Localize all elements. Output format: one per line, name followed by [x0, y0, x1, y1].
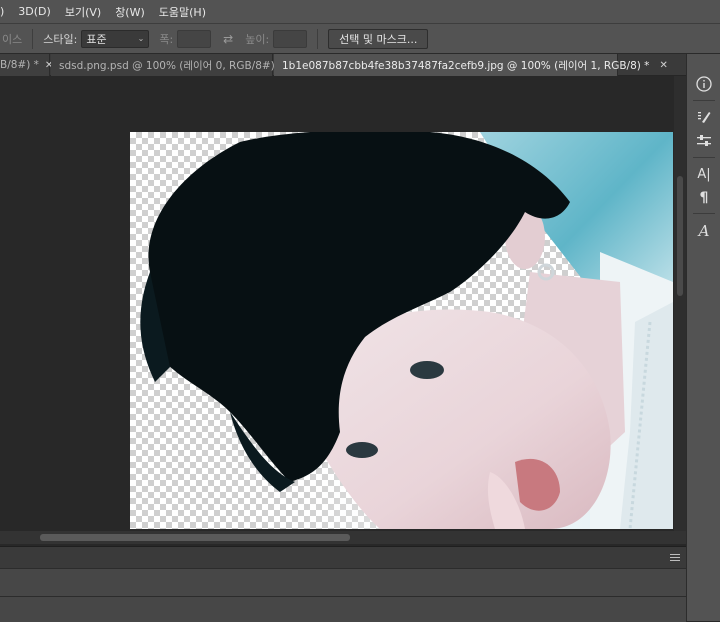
glyphs-icon[interactable]: A: [692, 219, 716, 243]
document-canvas[interactable]: [130, 132, 673, 529]
brush-settings-icon[interactable]: [692, 105, 716, 129]
tab-document-2[interactable]: sdsd.png.psd @ 100% (레이어 0, RGB/8#) ✕: [51, 54, 293, 76]
panel-row: [0, 569, 686, 597]
menu-item-window[interactable]: 창(W): [108, 4, 152, 20]
style-select[interactable]: 표준 ⌄: [81, 29, 150, 48]
height-field[interactable]: [273, 29, 308, 48]
canvas-workspace[interactable]: [0, 76, 686, 546]
horizontal-scroll-thumb[interactable]: [40, 534, 350, 541]
options-divider: [32, 28, 34, 49]
close-icon[interactable]: ✕: [659, 60, 667, 71]
adjustments-icon[interactable]: [692, 129, 716, 153]
select-and-mask-button[interactable]: 선택 및 마스크...: [328, 28, 429, 49]
character-icon[interactable]: A|: [692, 162, 716, 186]
options-bar: 이스 스타일: 표준 ⌄ 폭: ⇄ 높이: 선택 및 마스크...: [0, 23, 720, 54]
tab-document-active[interactable]: 1b1e087b87cbb4fe38b37487fa2cefb9.jpg @ 1…: [274, 54, 668, 76]
style-select-value: 표준: [86, 32, 107, 46]
chevron-down-icon: ⌄: [137, 34, 145, 43]
options-divider: [317, 28, 319, 49]
style-label: 스타일:: [43, 32, 78, 46]
menu-item-fragment[interactable]: ): [0, 5, 11, 18]
panel-row: [0, 597, 686, 622]
tab-label: B/8#) *: [0, 59, 39, 71]
panel-header: [0, 547, 686, 569]
panel-divider: [693, 157, 715, 158]
bottom-panel: [0, 546, 686, 622]
width-label: 폭:: [159, 32, 174, 46]
menu-item-view[interactable]: 보기(V): [58, 4, 108, 20]
right-panel-strip: A| ¶ A: [686, 54, 720, 621]
tab-document-1[interactable]: B/8#) * ✕: [0, 54, 53, 76]
menu-bar: ) 3D(D) 보기(V) 창(W) 도움말(H): [0, 0, 720, 23]
panel-menu-icon[interactable]: [670, 554, 680, 563]
paragraph-icon[interactable]: ¶: [692, 186, 716, 210]
document-tab-bar: B/8#) * ✕ sdsd.png.psd @ 100% (레이어 0, RG…: [0, 54, 686, 76]
panel-divider: [693, 100, 715, 101]
swap-arrows-icon[interactable]: ⇄: [223, 32, 233, 46]
portrait-image: [140, 132, 673, 529]
menu-item-3d[interactable]: 3D(D): [11, 5, 58, 18]
tab-label: sdsd.png.psd @ 100% (레이어 0, RGB/8#): [59, 59, 275, 72]
height-label: 높이:: [245, 32, 270, 46]
panel-divider: [693, 213, 715, 214]
vertical-scroll-thumb[interactable]: [677, 176, 683, 296]
antialias-label: 이스: [2, 32, 23, 46]
width-field[interactable]: [177, 29, 212, 48]
vertical-scrollbar[interactable]: [674, 76, 686, 531]
horizontal-scrollbar[interactable]: [0, 531, 686, 544]
tab-label: 1b1e087b87cbb4fe38b37487fa2cefb9.jpg @ 1…: [282, 59, 650, 72]
info-icon[interactable]: [692, 72, 716, 96]
menu-item-help[interactable]: 도움말(H): [152, 4, 213, 20]
